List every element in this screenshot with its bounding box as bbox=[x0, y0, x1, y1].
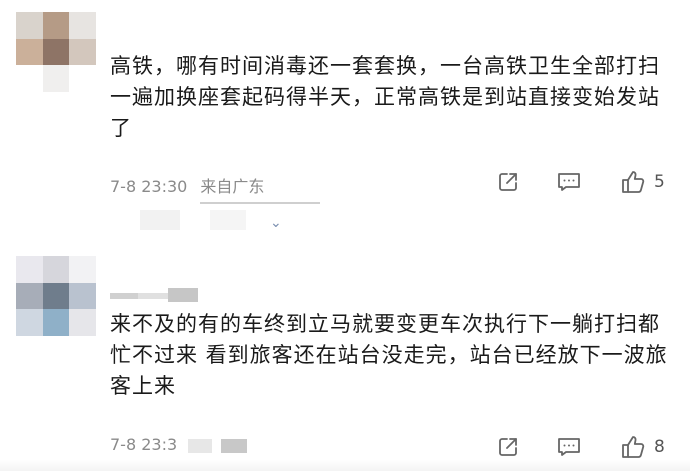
avatar[interactable] bbox=[16, 256, 96, 336]
comment-location: 来自广东 bbox=[200, 177, 265, 196]
thumbs-up-icon bbox=[622, 436, 645, 458]
like-button[interactable]: 8 bbox=[620, 433, 665, 461]
comment-item: 高铁，哪有时间消毒还一套套换，一台高铁卫生全部打扫一遍加换座套起码得半天，正常高… bbox=[0, 0, 690, 236]
like-count: 8 bbox=[654, 437, 665, 457]
username[interactable] bbox=[110, 288, 198, 304]
next-comment-edge bbox=[0, 460, 690, 471]
avatar[interactable] bbox=[16, 12, 96, 92]
comment-time: 7-8 23:3 bbox=[110, 435, 178, 454]
comment-icon bbox=[558, 173, 580, 191]
chevron-down-icon[interactable]: ⌄ bbox=[270, 215, 282, 231]
like-button[interactable]: 5 bbox=[620, 168, 665, 196]
comment-icon bbox=[558, 438, 580, 456]
share-icon bbox=[499, 173, 517, 191]
like-count: 5 bbox=[654, 172, 665, 192]
location-blur bbox=[221, 438, 248, 453]
share-button[interactable] bbox=[496, 433, 520, 461]
share-button[interactable] bbox=[496, 168, 520, 196]
reply-button[interactable] bbox=[556, 433, 582, 461]
comment-item: 来不及的有的车终到立马就要变更车次执行下一躺打扫都忙不过来 看到旅客还在站台没走… bbox=[0, 236, 690, 471]
reply-button[interactable] bbox=[556, 168, 582, 196]
comment-actions: 5 bbox=[490, 168, 680, 196]
comment-text: 来不及的有的车终到立马就要变更车次执行下一躺打扫都忙不过来 看到旅客还在站台没走… bbox=[110, 312, 668, 398]
comment-meta: 7-8 23:3 bbox=[110, 435, 248, 454]
share-icon bbox=[499, 438, 517, 456]
thumbs-up-icon bbox=[622, 171, 645, 193]
comment-text: 高铁，哪有时间消毒还一套套换，一台高铁卫生全部打扫一遍加换座套起码得半天，正常高… bbox=[110, 54, 660, 140]
comment-actions: 8 bbox=[490, 433, 680, 461]
location-blur bbox=[188, 438, 213, 453]
comment-meta: 7-8 23:30 来自广东 bbox=[110, 173, 264, 197]
comment-time: 7-8 23:30 bbox=[110, 177, 188, 196]
